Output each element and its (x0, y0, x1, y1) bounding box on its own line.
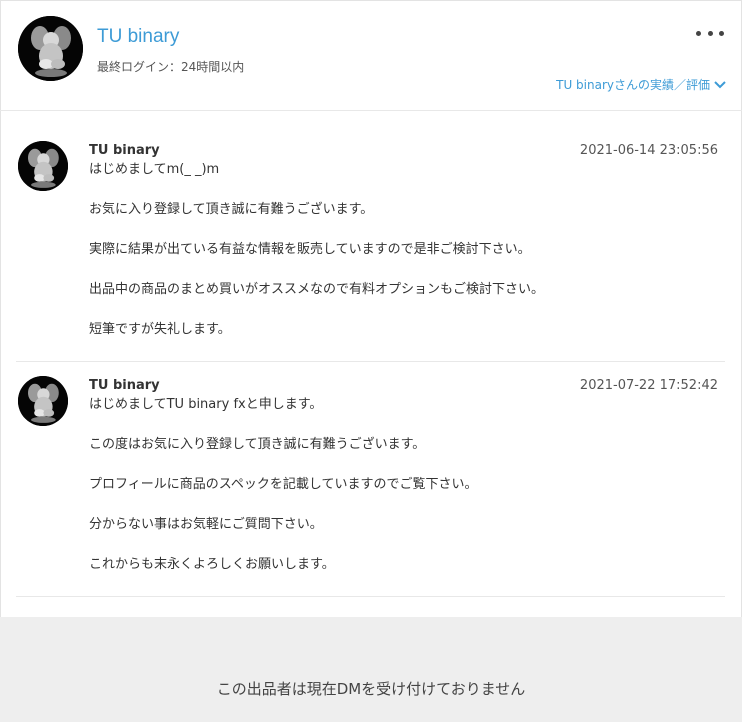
message-timestamp: 2021-06-14 23:05:56 (579, 143, 718, 158)
dm-disabled-notice: この出品者は現在DMを受け付けておりません (216, 680, 526, 698)
message-sender: TU binary (89, 378, 160, 393)
header-divider (0, 110, 742, 111)
message-line: これからも末永くよろしくお願いします。 (89, 557, 335, 572)
message-divider (16, 596, 725, 597)
avatar[interactable] (18, 16, 83, 81)
message-timestamp: 2021-07-22 17:52:42 (579, 378, 718, 393)
message-divider (16, 361, 725, 362)
chevron-down-icon (714, 80, 726, 88)
angel-statue-icon (18, 16, 83, 81)
message-body: はじめましてTU binary fxと申します。 この度はお気に入り登録して頂き… (89, 396, 709, 596)
seller-review-link-label: TU binaryさんの実績／評価 (556, 78, 710, 92)
more-horizontal-icon[interactable] (696, 26, 724, 40)
seller-review-link[interactable]: TU binaryさんの実績／評価 (556, 76, 726, 93)
message-line: はじめましてm(_ _)m (89, 162, 220, 177)
message-line: 実際に結果が出ている有益な情報を販売していますので是非ご検討下さい。 (89, 242, 531, 257)
message-line: 出品中の商品のまとめ買いがオススメなので有料オプションもご検討下さい。 (89, 282, 545, 297)
message-line: この度はお気に入り登録して頂き誠に有難うございます。 (89, 437, 426, 452)
message-line: プロフィールに商品のスペックを記載していますのでご覧下さい。 (89, 477, 478, 492)
dm-disabled-footer: この出品者は現在DMを受け付けておりません (0, 617, 742, 722)
message-item: TU binary 2021-06-14 23:05:56 はじめましてm(_ … (16, 143, 725, 353)
last-login-status: 最終ログイン：24時間以内 (97, 60, 245, 74)
message-body: はじめましてm(_ _)m お気に入り登録して頂き誠に有難うございます。 実際に… (89, 161, 709, 361)
message-line: 短筆ですが失礼します。 (89, 322, 231, 337)
message-item: TU binary 2021-07-22 17:52:42 はじめましてTU b… (16, 378, 725, 588)
message-line: お気に入り登録して頂き誠に有難うございます。 (89, 202, 374, 217)
message-line: 分からない事はお気軽にご質問下さい。 (89, 517, 323, 532)
message-sender: TU binary (89, 143, 160, 158)
seller-name[interactable]: TU binary (97, 26, 179, 48)
message-line: はじめましてTU binary fxと申します。 (89, 397, 323, 412)
